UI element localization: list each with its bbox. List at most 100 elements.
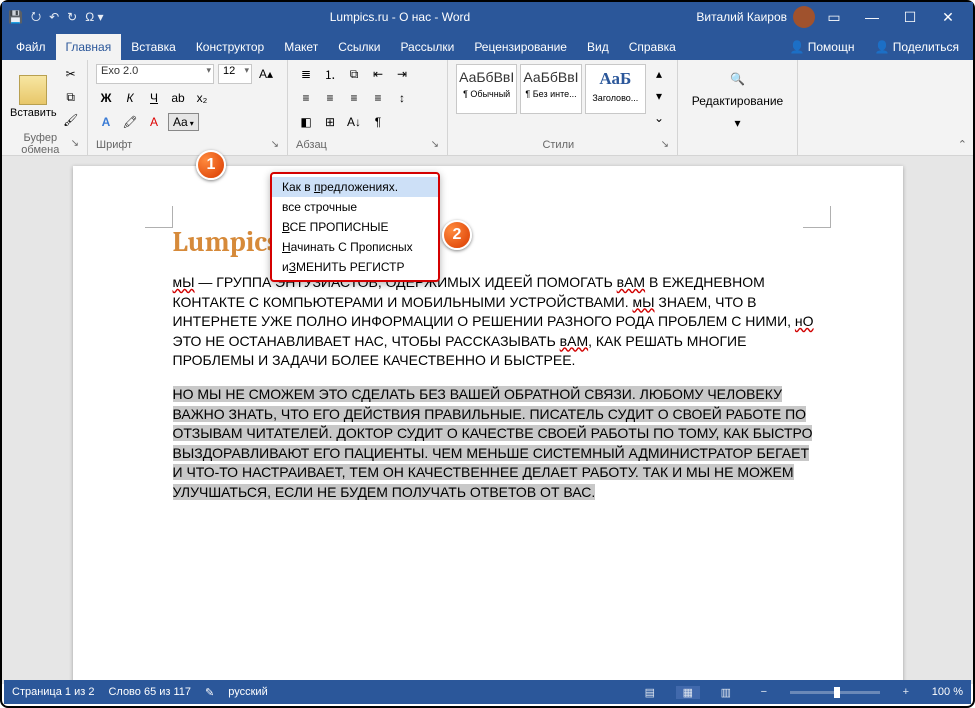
tab-review[interactable]: Рецензирование <box>464 34 577 60</box>
redo-icon[interactable]: ↻ <box>67 10 77 24</box>
case-upper[interactable]: ВСЕ ПРОПИСНЫЕ <box>272 217 438 237</box>
font-name-combo[interactable]: Exo 2.0 <box>96 64 214 84</box>
undo-icon[interactable]: ↶ <box>49 10 59 24</box>
collapse-ribbon-icon[interactable]: ⌃ <box>958 138 967 151</box>
tab-mailings[interactable]: Рассылки <box>390 34 464 60</box>
view-web-icon[interactable]: ▥ <box>714 686 738 699</box>
group-label-font: Шрифт <box>96 139 132 151</box>
editing-more-icon[interactable]: ▾ <box>732 114 742 132</box>
save-icon[interactable]: 💾 <box>8 10 23 24</box>
margin-mark-tr <box>803 206 831 228</box>
omega-icon[interactable]: Ω ▾ <box>85 10 103 24</box>
group-editing: 🔍 Редактирование ▾ <box>678 60 798 155</box>
highlight-icon[interactable]: 🖍 <box>120 112 140 132</box>
borders-icon[interactable]: ⊞ <box>320 112 340 132</box>
styles-up-icon[interactable]: ▴ <box>649 64 669 84</box>
status-language[interactable]: русский <box>228 686 267 698</box>
style-heading1[interactable]: АаБЗаголово... <box>585 64 646 114</box>
justify-icon[interactable]: ≡ <box>368 88 388 108</box>
cut-icon[interactable]: ✂ <box>61 64 81 84</box>
group-label-clipboard: Буфер обмена <box>10 132 71 156</box>
text-effects-icon[interactable]: A <box>96 112 116 132</box>
zoom-in-icon[interactable]: + <box>894 686 918 698</box>
tab-insert[interactable]: Вставка <box>121 34 186 60</box>
underline-icon[interactable]: Ч <box>144 88 164 108</box>
tab-view[interactable]: Вид <box>577 34 619 60</box>
annotation-badge-2: 2 <box>442 220 472 250</box>
numbering-icon[interactable]: ⒈ <box>320 64 340 84</box>
italic-icon[interactable]: К <box>120 88 140 108</box>
find-icon[interactable]: 🔍 <box>728 70 747 88</box>
zoom-level[interactable]: 100 % <box>932 686 963 698</box>
doc-paragraph-1[interactable]: мЫ — ГРУППА ЭНТУЗИАСТОВ, ОДЕРЖИМЫХ ИДЕЕЙ… <box>173 273 823 371</box>
styles-dialog-icon[interactable]: ↘ <box>661 139 669 150</box>
inc-indent-icon[interactable]: ⇥ <box>392 64 412 84</box>
editing-label[interactable]: Редактирование <box>690 92 785 110</box>
format-painter-icon[interactable]: 🖌 <box>61 110 81 130</box>
font-size-combo[interactable]: 12 <box>218 64 252 84</box>
doc-paragraph-2[interactable]: НО МЫ НЕ СМОЖЕМ ЭТО СДЕЛАТЬ БЕЗ ВАШЕЙ ОБ… <box>173 385 823 503</box>
margin-mark-tl <box>145 206 173 228</box>
tab-home[interactable]: Главная <box>56 34 122 60</box>
tab-assist[interactable]: Помощн <box>779 34 864 60</box>
bold-icon[interactable]: Ж <box>96 88 116 108</box>
font-color-icon[interactable]: A <box>144 112 164 132</box>
bullets-icon[interactable]: ≣ <box>296 64 316 84</box>
autosave-icon[interactable]: ⭮ <box>31 7 41 28</box>
view-read-icon[interactable]: ▤ <box>638 686 662 699</box>
case-lower[interactable]: все строчные <box>272 197 438 217</box>
sort-icon[interactable]: A↓ <box>344 112 364 132</box>
change-case-menu: Как в предложениях. все строчные ВСЕ ПРО… <box>270 172 440 282</box>
status-words[interactable]: Слово 65 из 117 <box>108 686 191 698</box>
document-area[interactable]: Lumpics.ru – О нас мЫ — ГРУППА ЭНТУЗИАСТ… <box>2 156 973 684</box>
proofing-icon[interactable]: ✎ <box>205 686 214 699</box>
grow-font-icon[interactable]: A▴ <box>256 64 276 84</box>
zoom-out-icon[interactable]: − <box>752 686 776 698</box>
align-left-icon[interactable]: ≡ <box>296 88 316 108</box>
ribbon-options-icon[interactable]: ▭ <box>815 9 853 26</box>
tab-design[interactable]: Конструктор <box>186 34 274 60</box>
case-sentence[interactable]: Как в предложениях. <box>272 177 438 197</box>
copy-icon[interactable]: ⧉ <box>61 87 81 107</box>
minimize-icon[interactable]: — <box>853 9 891 25</box>
clipboard-dialog-icon[interactable]: ↘ <box>71 138 79 149</box>
maximize-icon[interactable]: ☐ <box>891 9 929 26</box>
view-print-icon[interactable]: ▦ <box>676 686 700 699</box>
tab-help[interactable]: Справка <box>619 34 686 60</box>
show-marks-icon[interactable]: ¶ <box>368 112 388 132</box>
style-nospace[interactable]: АаБбВвІ¶ Без инте... <box>520 64 581 114</box>
tab-share[interactable]: Поделиться <box>864 34 969 60</box>
zoom-slider[interactable] <box>790 691 880 694</box>
line-spacing-icon[interactable]: ↕ <box>392 88 412 108</box>
annotation-badge-1: 1 <box>196 150 226 180</box>
align-right-icon[interactable]: ≡ <box>344 88 364 108</box>
paragraph-dialog-icon[interactable]: ↘ <box>431 139 439 150</box>
group-font: Exo 2.0 12 A▴ Ж К Ч ab x₂ A 🖍 A Aa Шрифт… <box>88 60 288 155</box>
case-capitalize[interactable]: Начинать С Прописных <box>272 237 438 257</box>
styles-down-icon[interactable]: ▾ <box>649 86 669 106</box>
shading-icon[interactable]: ◧ <box>296 112 316 132</box>
subscript-icon[interactable]: x₂ <box>192 88 212 108</box>
align-center-icon[interactable]: ≡ <box>320 88 340 108</box>
status-page[interactable]: Страница 1 из 2 <box>12 686 94 698</box>
tab-layout[interactable]: Макет <box>274 34 328 60</box>
styles-more-icon[interactable]: ⌄ <box>649 108 669 128</box>
change-case-button[interactable]: Aa <box>168 113 199 131</box>
group-paragraph: ≣ ⒈ ⧉ ⇤ ⇥ ≡ ≡ ≡ ≡ ↕ ◧ ⊞ A↓ ¶ Абзац ↘ <box>288 60 448 155</box>
style-normal[interactable]: АаБбВвІ¶ Обычный <box>456 64 517 114</box>
window-title: Lumpics.ru - О нас - Word <box>104 10 697 24</box>
close-icon[interactable]: ✕ <box>929 9 967 26</box>
page[interactable]: Lumpics.ru – О нас мЫ — ГРУППА ЭНТУЗИАСТ… <box>73 166 903 684</box>
paste-button[interactable]: Вставить <box>10 75 57 119</box>
group-label-paragraph: Абзац <box>296 139 327 151</box>
dec-indent-icon[interactable]: ⇤ <box>368 64 388 84</box>
user-area[interactable]: Виталий Каиров <box>696 6 815 28</box>
multilevel-icon[interactable]: ⧉ <box>344 64 364 84</box>
strike-icon[interactable]: ab <box>168 88 188 108</box>
tab-references[interactable]: Ссылки <box>328 34 390 60</box>
quick-access-toolbar: 💾 ⭮ ↶ ↻ Ω ▾ <box>8 7 104 28</box>
avatar[interactable] <box>793 6 815 28</box>
tab-file[interactable]: Файл <box>6 34 56 60</box>
font-dialog-icon[interactable]: ↘ <box>271 139 279 150</box>
case-toggle[interactable]: иЗМЕНИТЬ РЕГИСТР <box>272 257 438 277</box>
